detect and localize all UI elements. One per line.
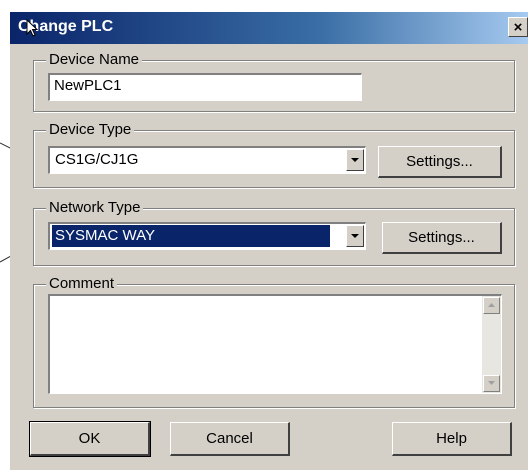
device-type-dropdown-button[interactable] xyxy=(346,149,364,171)
close-icon: × xyxy=(513,19,523,36)
comment-textarea[interactable] xyxy=(48,294,502,394)
device-name-input[interactable]: NewPLC1 xyxy=(48,73,362,101)
title-bar[interactable]: Change PLC × xyxy=(10,12,528,44)
network-type-legend: Network Type xyxy=(46,199,144,216)
device-name-legend: Device Name xyxy=(46,51,143,68)
device-type-legend: Device Type xyxy=(46,121,135,138)
network-type-value: SYSMAC WAY xyxy=(52,225,330,247)
ok-button[interactable]: OK xyxy=(29,421,151,457)
mouse-pointer-icon xyxy=(26,19,38,37)
scroll-up-button[interactable] xyxy=(483,297,500,314)
device-type-select[interactable]: CS1G/CJ1G xyxy=(48,146,366,174)
chevron-down-icon xyxy=(351,234,359,238)
network-type-settings-button[interactable]: Settings... xyxy=(382,222,502,254)
arrow-down-icon xyxy=(488,381,495,385)
close-button[interactable]: × xyxy=(508,17,528,37)
comment-scrollbar[interactable] xyxy=(482,296,501,393)
scroll-down-button[interactable] xyxy=(483,375,500,392)
help-button[interactable]: Help xyxy=(392,422,512,456)
chevron-down-icon xyxy=(351,158,359,162)
network-type-select[interactable]: SYSMAC WAY xyxy=(48,222,366,250)
device-type-value: CS1G/CJ1G xyxy=(55,151,139,168)
network-type-dropdown-button[interactable] xyxy=(346,225,364,247)
device-type-settings-button[interactable]: Settings... xyxy=(378,146,502,178)
cancel-button[interactable]: Cancel xyxy=(170,422,290,456)
comment-legend: Comment xyxy=(46,275,118,292)
arrow-up-icon xyxy=(488,303,495,307)
